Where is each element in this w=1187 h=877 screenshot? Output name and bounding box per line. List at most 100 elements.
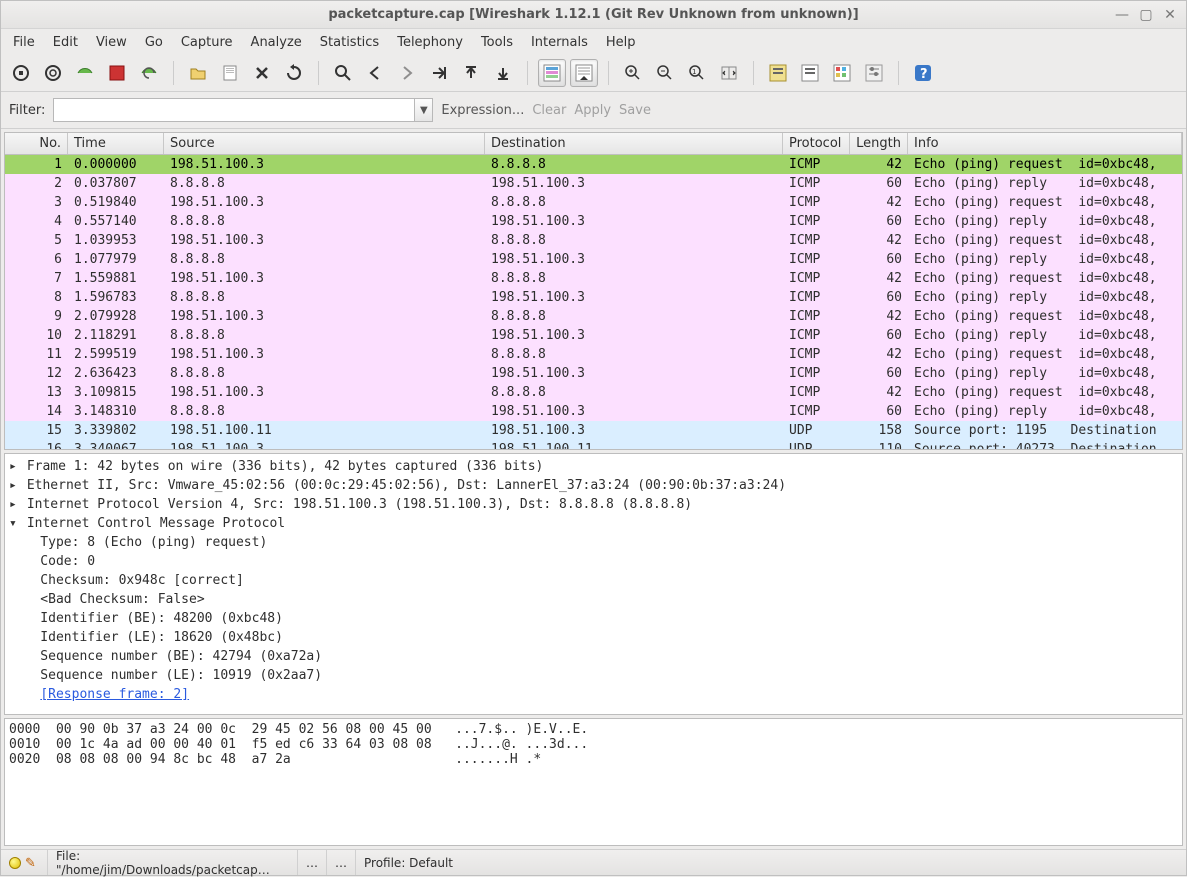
- autoscroll-icon[interactable]: [570, 59, 598, 87]
- open-file-icon[interactable]: [184, 59, 212, 87]
- menu-go[interactable]: Go: [137, 32, 171, 53]
- filter-clear-button[interactable]: Clear: [532, 103, 566, 118]
- menu-help[interactable]: Help: [598, 32, 644, 53]
- zoom-out-icon[interactable]: [651, 59, 679, 87]
- reload-icon[interactable]: [280, 59, 308, 87]
- display-filters-icon[interactable]: [796, 59, 824, 87]
- detail-field[interactable]: Sequence number (BE): 42794 (0xa72a): [9, 647, 1178, 666]
- restart-capture-icon[interactable]: [135, 59, 163, 87]
- menu-file[interactable]: File: [5, 32, 43, 53]
- packet-row[interactable]: 81.5967838.8.8.8198.51.100.3ICMP60Echo (…: [5, 288, 1182, 307]
- col-header-source[interactable]: Source: [164, 133, 485, 154]
- menu-statistics[interactable]: Statistics: [312, 32, 387, 53]
- zoom-reset-icon[interactable]: 1: [683, 59, 711, 87]
- detail-field[interactable]: Identifier (LE): 18620 (0x48bc): [9, 628, 1178, 647]
- statusbar: File: "/home/jim/Downloads/packetcap… … …: [1, 849, 1186, 875]
- go-forward-icon[interactable]: [393, 59, 421, 87]
- filter-save-button[interactable]: Save: [619, 103, 651, 118]
- edit-capture-comment-icon[interactable]: [25, 856, 39, 870]
- find-icon[interactable]: [329, 59, 357, 87]
- go-back-icon[interactable]: [361, 59, 389, 87]
- stop-capture-icon[interactable]: [103, 59, 131, 87]
- packet-row[interactable]: 40.5571408.8.8.8198.51.100.3ICMP60Echo (…: [5, 212, 1182, 231]
- menu-tools[interactable]: Tools: [473, 32, 521, 53]
- app-window: packetcapture.cap [Wireshark 1.12.1 (Git…: [0, 0, 1187, 876]
- menu-view[interactable]: View: [88, 32, 135, 53]
- detail-field[interactable]: Code: 0: [9, 552, 1178, 571]
- packet-row[interactable]: 10.000000198.51.100.38.8.8.8ICMP42Echo (…: [5, 155, 1182, 174]
- packet-row[interactable]: 71.559881198.51.100.38.8.8.8ICMP42Echo (…: [5, 269, 1182, 288]
- packet-row[interactable]: 102.1182918.8.8.8198.51.100.3ICMP60Echo …: [5, 326, 1182, 345]
- start-capture-icon[interactable]: [71, 59, 99, 87]
- status-packets[interactable]: …: [298, 850, 327, 875]
- capture-filters-icon[interactable]: [764, 59, 792, 87]
- go-to-packet-icon[interactable]: [425, 59, 453, 87]
- menubar: File Edit View Go Capture Analyze Statis…: [1, 29, 1186, 55]
- packet-details[interactable]: ▸ Frame 1: 42 bytes on wire (336 bits), …: [4, 453, 1183, 715]
- minimize-button[interactable]: —: [1114, 7, 1130, 23]
- help-icon[interactable]: ?: [909, 59, 937, 87]
- status-file[interactable]: File: "/home/jim/Downloads/packetcap…: [48, 850, 298, 875]
- interfaces-icon[interactable]: [7, 59, 35, 87]
- menu-capture[interactable]: Capture: [173, 32, 241, 53]
- save-file-icon[interactable]: [216, 59, 244, 87]
- titlebar[interactable]: packetcapture.cap [Wireshark 1.12.1 (Git…: [1, 1, 1186, 29]
- close-file-icon[interactable]: [248, 59, 276, 87]
- zoom-in-icon[interactable]: [619, 59, 647, 87]
- detail-field[interactable]: Identifier (BE): 48200 (0xbc48): [9, 609, 1178, 628]
- hex-dump[interactable]: 0000 00 90 0b 37 a3 24 00 0c 29 45 02 56…: [4, 718, 1183, 846]
- packet-list-header: No. Time Source Destination Protocol Len…: [5, 133, 1182, 155]
- filter-dropdown-icon[interactable]: ▼: [415, 98, 433, 122]
- packet-row[interactable]: 51.039953198.51.100.38.8.8.8ICMP42Echo (…: [5, 231, 1182, 250]
- detail-field[interactable]: Type: 8 (Echo (ping) request): [9, 533, 1178, 552]
- expert-info-icon[interactable]: [9, 857, 21, 869]
- status-load[interactable]: …: [327, 850, 356, 875]
- packet-row[interactable]: 112.599519198.51.100.38.8.8.8ICMP42Echo …: [5, 345, 1182, 364]
- packet-row[interactable]: 20.0378078.8.8.8198.51.100.3ICMP60Echo (…: [5, 174, 1182, 193]
- col-header-protocol[interactable]: Protocol: [783, 133, 850, 154]
- filter-label: Filter:: [9, 103, 45, 118]
- packet-row[interactable]: 143.1483108.8.8.8198.51.100.3ICMP60Echo …: [5, 402, 1182, 421]
- expand-icon[interactable]: ▸: [9, 495, 19, 514]
- options-icon[interactable]: [39, 59, 67, 87]
- packet-row[interactable]: 133.109815198.51.100.38.8.8.8ICMP42Echo …: [5, 383, 1182, 402]
- svg-text:1: 1: [692, 68, 696, 76]
- filter-expression-button[interactable]: Expression...: [441, 103, 524, 118]
- go-last-icon[interactable]: [489, 59, 517, 87]
- svg-text:?: ?: [920, 67, 928, 82]
- close-button[interactable]: ✕: [1162, 7, 1178, 23]
- status-profile[interactable]: Profile: Default: [356, 850, 1186, 875]
- col-header-info[interactable]: Info: [908, 133, 1182, 154]
- collapse-icon[interactable]: ▾: [9, 514, 19, 533]
- menu-internals[interactable]: Internals: [523, 32, 596, 53]
- resize-columns-icon[interactable]: [715, 59, 743, 87]
- preferences-icon[interactable]: [860, 59, 888, 87]
- col-header-time[interactable]: Time: [68, 133, 164, 154]
- detail-field[interactable]: Sequence number (LE): 10919 (0x2aa7): [9, 666, 1178, 685]
- menu-telephony[interactable]: Telephony: [389, 32, 471, 53]
- packet-row[interactable]: 122.6364238.8.8.8198.51.100.3ICMP60Echo …: [5, 364, 1182, 383]
- go-first-icon[interactable]: [457, 59, 485, 87]
- expand-icon[interactable]: ▸: [9, 476, 19, 495]
- colorize-icon[interactable]: [538, 59, 566, 87]
- packet-row[interactable]: 61.0779798.8.8.8198.51.100.3ICMP60Echo (…: [5, 250, 1182, 269]
- menu-edit[interactable]: Edit: [45, 32, 86, 53]
- col-header-destination[interactable]: Destination: [485, 133, 783, 154]
- expand-icon[interactable]: ▸: [9, 457, 19, 476]
- detail-field[interactable]: Checksum: 0x948c [correct]: [9, 571, 1178, 590]
- packet-row[interactable]: 153.339802198.51.100.11198.51.100.3UDP15…: [5, 421, 1182, 440]
- col-header-no[interactable]: No.: [5, 133, 68, 154]
- maximize-button[interactable]: ▢: [1138, 7, 1154, 23]
- col-header-length[interactable]: Length: [850, 133, 908, 154]
- packet-list: No. Time Source Destination Protocol Len…: [4, 132, 1183, 450]
- packet-list-body[interactable]: 10.000000198.51.100.38.8.8.8ICMP42Echo (…: [5, 155, 1182, 449]
- response-frame-link[interactable]: [Response frame: 2]: [40, 687, 189, 702]
- filter-input[interactable]: [53, 98, 415, 122]
- coloring-rules-icon[interactable]: [828, 59, 856, 87]
- menu-analyze[interactable]: Analyze: [243, 32, 310, 53]
- packet-row[interactable]: 163.340067198.51.100.3198.51.100.11UDP11…: [5, 440, 1182, 449]
- filter-apply-button[interactable]: Apply: [574, 103, 611, 118]
- packet-row[interactable]: 92.079928198.51.100.38.8.8.8ICMP42Echo (…: [5, 307, 1182, 326]
- detail-field[interactable]: <Bad Checksum: False>: [9, 590, 1178, 609]
- packet-row[interactable]: 30.519840198.51.100.38.8.8.8ICMP42Echo (…: [5, 193, 1182, 212]
